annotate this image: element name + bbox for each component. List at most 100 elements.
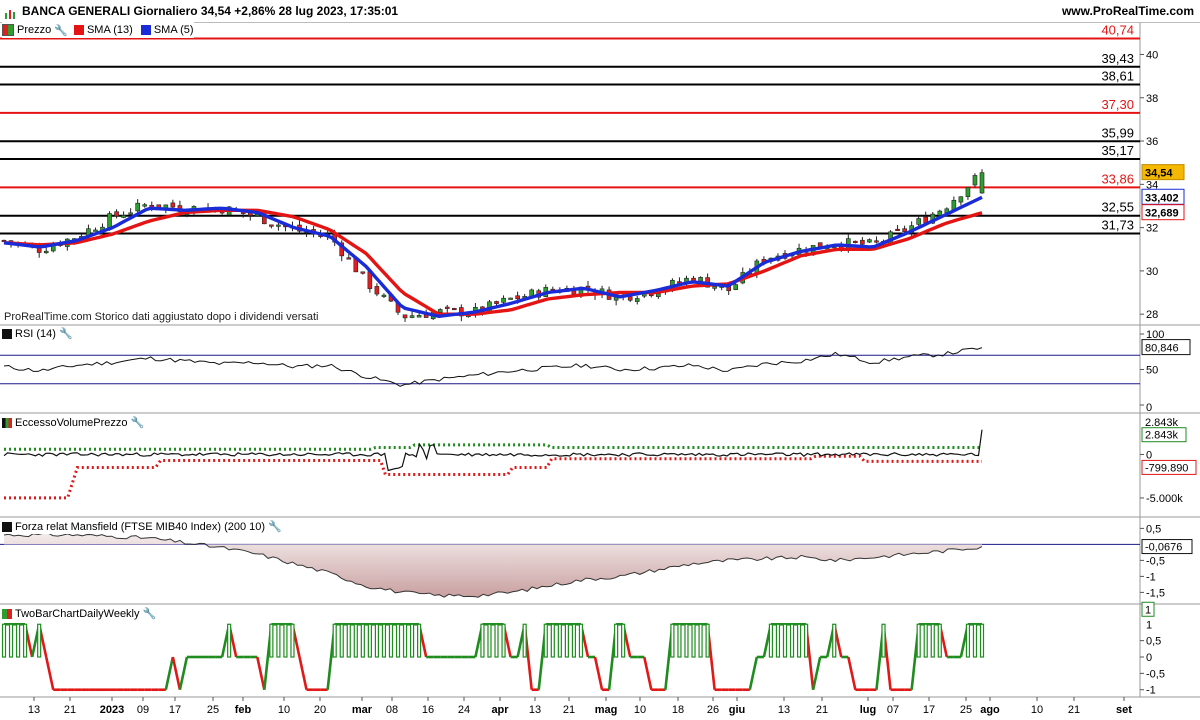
x-axis-label: mar <box>352 704 373 716</box>
candle-body <box>276 224 281 227</box>
sma13-value-box-text: 32,689 <box>1145 208 1179 220</box>
twobar-bar <box>543 623 548 658</box>
site-link[interactable]: www.ProRealTime.com <box>1062 4 1194 18</box>
candle-body <box>437 309 443 313</box>
twobar-bar <box>15 623 21 658</box>
level-label: 38,61 <box>1101 69 1134 84</box>
wrench-icon[interactable]: 🔧 <box>59 327 73 340</box>
candle-body <box>142 204 148 207</box>
candle-body <box>494 301 499 304</box>
candle-body <box>508 297 513 300</box>
twobar-tick-label: 1 <box>1146 619 1152 631</box>
twobar-bar <box>698 623 703 658</box>
sma5-value-box-text: 33,402 <box>1145 192 1179 204</box>
twobar-bar <box>684 623 689 658</box>
x-axis-label: 13 <box>529 704 541 716</box>
twobar-bar <box>670 623 675 658</box>
evp-upper-box: 2.843k <box>1145 417 1179 429</box>
candle-body <box>269 224 274 227</box>
x-axis-label: 07 <box>887 704 899 716</box>
rsi-legend: RSI (14) 🔧 <box>2 326 73 341</box>
candle-body <box>656 293 661 297</box>
mansfield-title: Forza relat Mansfield (FTSE MIB40 Index)… <box>15 520 266 533</box>
x-axis-label: 21 <box>563 704 575 716</box>
rsi-line <box>3 347 983 387</box>
candle-body <box>895 228 900 232</box>
twobar-tick-label: -1 <box>1146 685 1156 697</box>
candle-body <box>972 175 978 186</box>
header-bar: BANCA GENERALI Giornaliero 34,54 +2,86% … <box>0 0 1200 23</box>
candle-body <box>627 296 633 301</box>
level-label: 33,86 <box>1101 171 1134 186</box>
twobar-bar <box>571 623 577 658</box>
twobar-segment <box>811 656 822 691</box>
candle-body <box>958 196 964 203</box>
twobar-bar <box>965 623 971 658</box>
twobar-segment <box>44 656 55 691</box>
candle-body <box>346 257 352 260</box>
wrench-icon[interactable]: 🔧 <box>268 520 282 533</box>
mansfield-tick-label: 0,5 <box>1146 523 1161 535</box>
evp-lower-dotted <box>4 454 982 500</box>
twobar-bar <box>564 623 569 658</box>
candle-body <box>170 202 176 208</box>
twobar-title: TwoBarChartDailyWeekly <box>15 607 140 620</box>
level-label: 31,73 <box>1101 217 1134 232</box>
x-axis: 13 21 2023 09 17 25 feb 10 20 mar 08 16 24 apr 13 21 mag… <box>28 697 1132 716</box>
twobar-segment <box>164 656 175 691</box>
twobar-bar <box>367 623 372 658</box>
evp-value-box: 2.843k <box>1141 427 1187 443</box>
twobar-segment <box>178 656 189 691</box>
mansfield-swatch <box>2 521 12 532</box>
twobar-bar <box>283 623 288 658</box>
x-axis-label: 21 <box>816 704 828 716</box>
twobar-bar <box>1 623 7 658</box>
candle-body <box>36 247 42 253</box>
evp-panel: 0 -5.000k 2.843k2.843k -799.890 <box>3 417 1197 505</box>
candle-body <box>43 250 49 254</box>
twobar-bar <box>276 623 281 658</box>
twobar-bar <box>402 623 408 658</box>
watermark-text: ProRealTime.com Storico dati aggiustato … <box>4 311 319 323</box>
twobar-bar <box>374 623 380 658</box>
candle-body <box>501 297 506 303</box>
candle-body <box>902 228 907 232</box>
value-boxes[interactable]: 34,54 33,402 32,689 <box>1141 164 1185 221</box>
x-axis-label: 10 <box>1031 704 1043 716</box>
evp-tick-label: -5.000k <box>1146 493 1183 505</box>
x-axis-label: 17 <box>923 704 935 716</box>
candle-body <box>114 211 119 217</box>
twobar-bar <box>796 623 802 658</box>
twobar-segment <box>593 656 604 691</box>
candle-body <box>965 187 971 197</box>
rsi-value-text: 80,846 <box>1145 343 1179 355</box>
wrench-icon[interactable]: 🔧 <box>143 607 157 620</box>
header-chart-icon[interactable] <box>4 5 16 19</box>
twobar-bar <box>8 623 14 658</box>
x-axis-label: mag <box>595 704 618 716</box>
x-axis-label: giu <box>729 704 746 716</box>
rsi-value-box: 80,846 <box>1141 339 1191 356</box>
level-label: 35,99 <box>1101 125 1134 140</box>
level-label: 39,43 <box>1101 51 1134 66</box>
candle-body <box>93 229 98 232</box>
candle-body <box>374 286 380 295</box>
twobar-bar <box>614 623 619 658</box>
wrench-icon[interactable]: 🔧 <box>131 416 145 429</box>
twobar-bar <box>937 623 942 658</box>
x-axis-label: 25 <box>960 704 972 716</box>
twobar-bar <box>395 623 401 658</box>
twobar-segment <box>298 656 308 691</box>
x-axis-label: 08 <box>386 704 398 716</box>
wrench-icon[interactable]: 🔧 <box>54 24 68 37</box>
chart-stage: 40383634323028 40,7439,4338,6137,3035,99… <box>0 22 1200 716</box>
sma5-swatch <box>140 25 151 35</box>
x-axis-label: 18 <box>672 704 684 716</box>
candle-body <box>121 215 126 218</box>
twobar-value-text: 1 <box>1145 604 1151 616</box>
twobar-bar <box>691 623 696 658</box>
candle-body <box>444 306 450 309</box>
twobar-bar <box>360 623 365 658</box>
candle-body <box>409 315 415 318</box>
x-axis-label: feb <box>235 704 252 716</box>
